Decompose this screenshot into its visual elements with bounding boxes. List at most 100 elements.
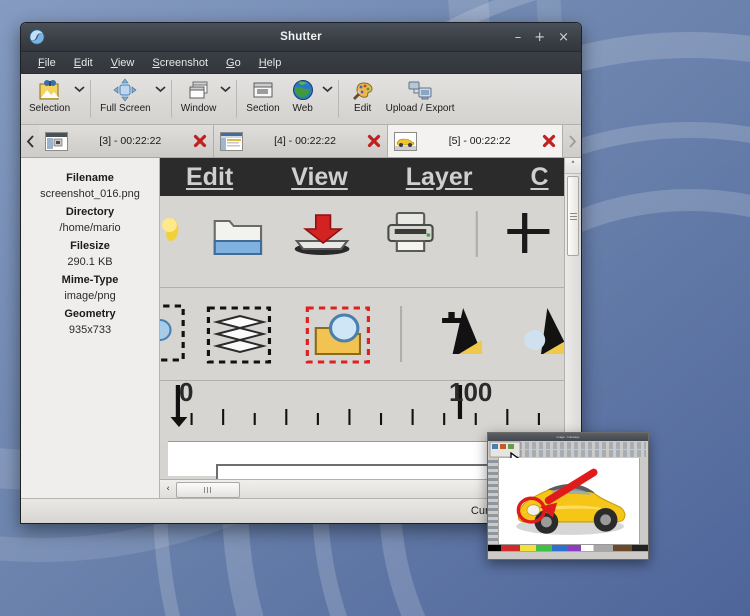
tab-session-5[interactable]: [5] - 00:22:22 [388, 125, 563, 157]
tab-scroll-prev[interactable] [21, 125, 39, 157]
menu-go-mnemonic: G [226, 57, 235, 69]
menu-go[interactable]: Go [217, 55, 250, 71]
menu-view-rest: iew [118, 57, 135, 69]
shutter-logo-icon [28, 28, 46, 46]
popup-right-toolbox [639, 458, 648, 545]
chevron-down-icon [220, 85, 231, 93]
ruler-label-100: 100 [449, 381, 492, 408]
menu-screenshot[interactable]: Screenshot [143, 55, 217, 71]
tab-session-4[interactable]: [4] - 00:22:22 [214, 125, 389, 157]
minimize-button[interactable]: – [515, 31, 522, 44]
info-key-directory: Directory [21, 206, 159, 218]
popup-left-toolbox [488, 458, 499, 545]
toolbar-upload-export-button[interactable]: Upload / Export [382, 76, 459, 124]
selection-icon [38, 78, 62, 102]
menu-help-rest: elp [267, 57, 282, 69]
car-thumb-icon [394, 132, 417, 151]
tab-close-icon[interactable] [367, 134, 381, 148]
yellow-car-image [499, 458, 639, 545]
menu-edit-mnemonic: E [74, 57, 81, 69]
tab-session-3[interactable]: [3] - 00:22:22 [39, 125, 214, 157]
menu-edit[interactable]: Edit [65, 55, 102, 71]
tab-scroll-next[interactable] [563, 125, 581, 157]
toolbar-selection-button[interactable]: Selection [25, 76, 74, 124]
toolbar-window-label: Window [181, 103, 217, 114]
edit-palette-icon [351, 78, 375, 102]
thumbnail-preview-popup[interactable]: image - Inkscape [487, 432, 649, 560]
toolbar-web-label: Web [292, 103, 312, 114]
scroll-left-arrow-icon[interactable]: ‹ [160, 484, 176, 494]
preview-selected-tool [307, 308, 368, 362]
popup-canvas-area [488, 458, 648, 545]
web-dropdown-arrow[interactable] [322, 76, 333, 124]
tab-session-4-label: [4] - 00:22:22 [248, 135, 363, 147]
preview-vertical-scrollbar[interactable]: ˄ [564, 158, 581, 472]
window-title: Shutter [21, 31, 581, 43]
web-globe-icon [291, 78, 315, 102]
menu-help[interactable]: Help [250, 55, 291, 71]
preview-toolbar-row-2 [160, 288, 581, 381]
preview-menu-edit: Edit [186, 163, 233, 192]
selection-dropdown-arrow[interactable] [74, 76, 85, 124]
window-controls: – + × [515, 31, 581, 44]
window-thumb-icon [45, 132, 68, 151]
main-toolbar: Selection Full Screen [21, 74, 581, 125]
toolbar-edit-label: Edit [354, 103, 371, 114]
horizontal-scroll-thumb[interactable] [176, 482, 240, 498]
window-dropdown-arrow[interactable] [220, 76, 231, 124]
menubar: File Edit View Screenshot Go Help [21, 52, 581, 74]
menu-go-rest: o [235, 57, 241, 69]
chevron-left-icon [26, 135, 35, 148]
toolbar-section-button[interactable]: Section [242, 76, 283, 124]
menu-screenshot-rest: creenshot [160, 57, 208, 69]
app-thumb-icon [220, 132, 243, 151]
scroll-up-arrow-icon[interactable]: ˄ [565, 158, 581, 174]
close-button[interactable]: × [558, 31, 569, 44]
toolbar-edit-button[interactable]: Edit [344, 76, 382, 124]
menu-file-rest: ile [45, 57, 56, 69]
info-key-filesize: Filesize [21, 240, 159, 252]
menu-view-mnemonic: V [111, 57, 118, 69]
image-info-panel: Filename screenshot_016.png Directory /h… [21, 158, 160, 498]
toolbar-window-button[interactable]: Window [177, 76, 221, 124]
scroll-grip-icon [204, 487, 213, 493]
fullscreen-dropdown-arrow[interactable] [155, 76, 166, 124]
preview-toolbar-row-1 [160, 197, 581, 288]
toolbar-separator-1 [90, 80, 91, 118]
menu-help-mnemonic: H [259, 57, 267, 69]
vertical-scroll-thumb[interactable] [567, 176, 579, 256]
upload-export-icon [408, 78, 432, 102]
chevron-down-icon [74, 85, 85, 93]
section-icon [251, 78, 275, 102]
toolbar-section-label: Section [246, 103, 279, 114]
chevron-right-icon [568, 135, 577, 148]
toolbar-selection-label: Selection [29, 103, 70, 114]
popup-titlebar: image - Inkscape [488, 433, 648, 441]
preview-menubar: Edit View Layer C [160, 158, 581, 196]
tab-list: [3] - 00:22:22 [4 [39, 125, 563, 157]
chevron-down-icon [155, 85, 166, 93]
preview-menu-c: C [530, 163, 548, 192]
info-value-directory: /home/mario [21, 222, 159, 234]
info-key-mimetype: Mime-Type [21, 274, 159, 286]
info-value-mimetype: image/png [21, 290, 159, 302]
tab-close-icon[interactable] [542, 134, 556, 148]
window-icon [187, 78, 211, 102]
toolbar-fullscreen-button[interactable]: Full Screen [96, 76, 155, 124]
menu-file-mnemonic: F [38, 57, 45, 69]
toolbar-upload-export-label: Upload / Export [386, 103, 455, 114]
toolbar-fullscreen-label: Full Screen [100, 103, 151, 114]
window-titlebar[interactable]: Shutter – + × [21, 23, 581, 52]
info-value-filename: screenshot_016.png [21, 188, 159, 200]
menu-file[interactable]: File [29, 55, 65, 71]
chevron-down-icon [322, 85, 333, 93]
info-key-geometry: Geometry [21, 308, 159, 320]
tab-session-5-label: [5] - 00:22:22 [422, 135, 537, 147]
scroll-grip-icon [570, 213, 577, 220]
menu-view[interactable]: View [102, 55, 144, 71]
popup-title: image - Inkscape [557, 435, 580, 439]
toolbar-web-button[interactable]: Web [284, 76, 322, 124]
info-value-filesize: 290.1 KB [21, 256, 159, 268]
maximize-button[interactable]: + [534, 31, 545, 44]
tab-close-icon[interactable] [193, 134, 207, 148]
